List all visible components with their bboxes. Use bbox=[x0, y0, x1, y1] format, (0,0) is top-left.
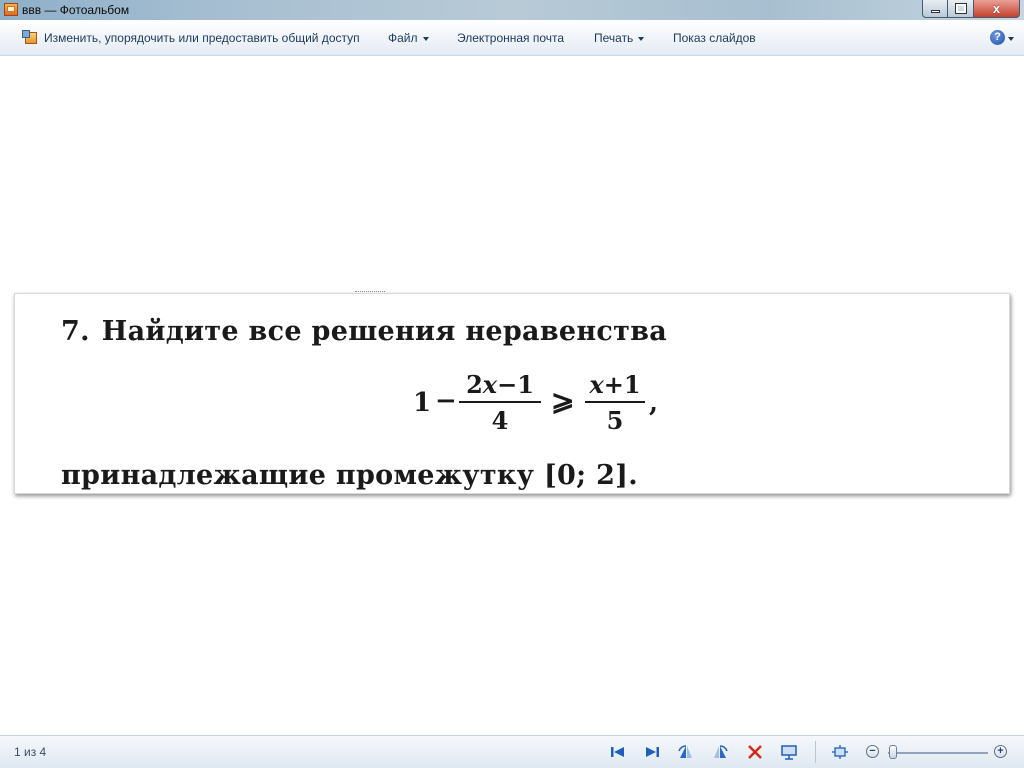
numerator-variable: x bbox=[482, 370, 498, 399]
file-menu-button[interactable]: Файл bbox=[388, 31, 429, 45]
fraction-left-denominator: 4 bbox=[491, 406, 509, 435]
numerator-variable: x bbox=[589, 370, 604, 399]
fraction-right-denominator: 5 bbox=[606, 406, 624, 435]
slideshow-button[interactable]: Показ слайдов bbox=[673, 31, 756, 45]
fraction-right: x+1 5 bbox=[585, 370, 645, 435]
rotate-right-icon[interactable] bbox=[711, 744, 729, 760]
toolbar-separator bbox=[815, 741, 816, 763]
window-controls: x bbox=[922, 0, 1020, 19]
numerator-coefficient: 2 bbox=[466, 370, 483, 399]
fraction-bar bbox=[585, 401, 645, 403]
chevron-down-icon bbox=[422, 36, 429, 41]
close-icon: x bbox=[992, 1, 1001, 16]
chevron-down-icon bbox=[638, 36, 645, 41]
minimize-button[interactable] bbox=[922, 0, 948, 18]
status-bar: 1 из 4 − + bbox=[0, 735, 1024, 768]
email-button[interactable]: Электронная почта bbox=[457, 31, 564, 45]
slideshow-icon[interactable] bbox=[780, 744, 798, 760]
delete-icon[interactable] bbox=[746, 744, 764, 760]
zoom-in-button[interactable]: + bbox=[994, 745, 1007, 758]
print-menu-label: Печать bbox=[594, 31, 634, 45]
formula-relation: ⩾ bbox=[551, 384, 575, 417]
file-menu-label: Файл bbox=[388, 31, 418, 45]
numerator-rest: −1 bbox=[497, 370, 534, 399]
window-title: ввв — Фотоальбом bbox=[22, 3, 130, 17]
actual-size-icon[interactable] bbox=[831, 744, 849, 760]
close-button[interactable]: x bbox=[974, 0, 1020, 18]
crop-remnant bbox=[355, 291, 385, 295]
zoom-slider-track[interactable] bbox=[888, 752, 988, 754]
next-icon[interactable] bbox=[643, 744, 661, 760]
fraction-left: 2x−1 4 bbox=[459, 370, 541, 435]
previous-icon[interactable] bbox=[609, 744, 627, 760]
title-bar: ввв — Фотоальбом x bbox=[0, 0, 1024, 20]
fraction-right-numerator: x+1 bbox=[585, 370, 645, 399]
organize-icon[interactable] bbox=[22, 30, 37, 44]
command-bar: Изменить, упорядочить или предоставить о… bbox=[0, 20, 1024, 56]
photo-viewer[interactable]: 7. Найдите все решения неравенства 1 − 2x… bbox=[0, 56, 1024, 735]
photo-gallery-app-icon[interactable] bbox=[4, 3, 18, 16]
formula-one: 1 bbox=[413, 388, 432, 418]
inequality-formula: 1 − 2x−1 4 ⩾ x+1 5 , bbox=[413, 370, 693, 438]
organize-button[interactable]: Изменить, упорядочить или предоставить о… bbox=[44, 31, 360, 45]
fraction-bar bbox=[459, 401, 541, 403]
zoom-out-button[interactable]: − bbox=[866, 745, 879, 758]
fraction-left-numerator: 2x−1 bbox=[459, 370, 541, 399]
rotate-left-icon[interactable] bbox=[677, 744, 695, 760]
displayed-photo: 7. Найдите все решения неравенства 1 − 2x… bbox=[14, 291, 1010, 494]
zoom-slider-thumb[interactable] bbox=[889, 745, 897, 759]
print-menu-button[interactable]: Печать bbox=[594, 31, 645, 45]
formula-comma: , bbox=[649, 388, 659, 418]
formula-minus: − bbox=[435, 386, 457, 416]
task-number: 7. bbox=[61, 316, 90, 347]
restore-button[interactable] bbox=[948, 0, 974, 18]
task-text: Найдите все решения неравенства bbox=[101, 316, 668, 347]
numerator-rest: +1 bbox=[603, 370, 641, 399]
help-icon[interactable]: ? bbox=[990, 30, 1005, 45]
task-tail-text: принадлежащие промежутку [0; 2]. bbox=[61, 460, 638, 491]
page-counter: 1 из 4 bbox=[14, 745, 47, 759]
task-heading: 7. Найдите все решения неравенства bbox=[61, 316, 667, 347]
help-dropdown-icon[interactable] bbox=[1008, 37, 1014, 41]
